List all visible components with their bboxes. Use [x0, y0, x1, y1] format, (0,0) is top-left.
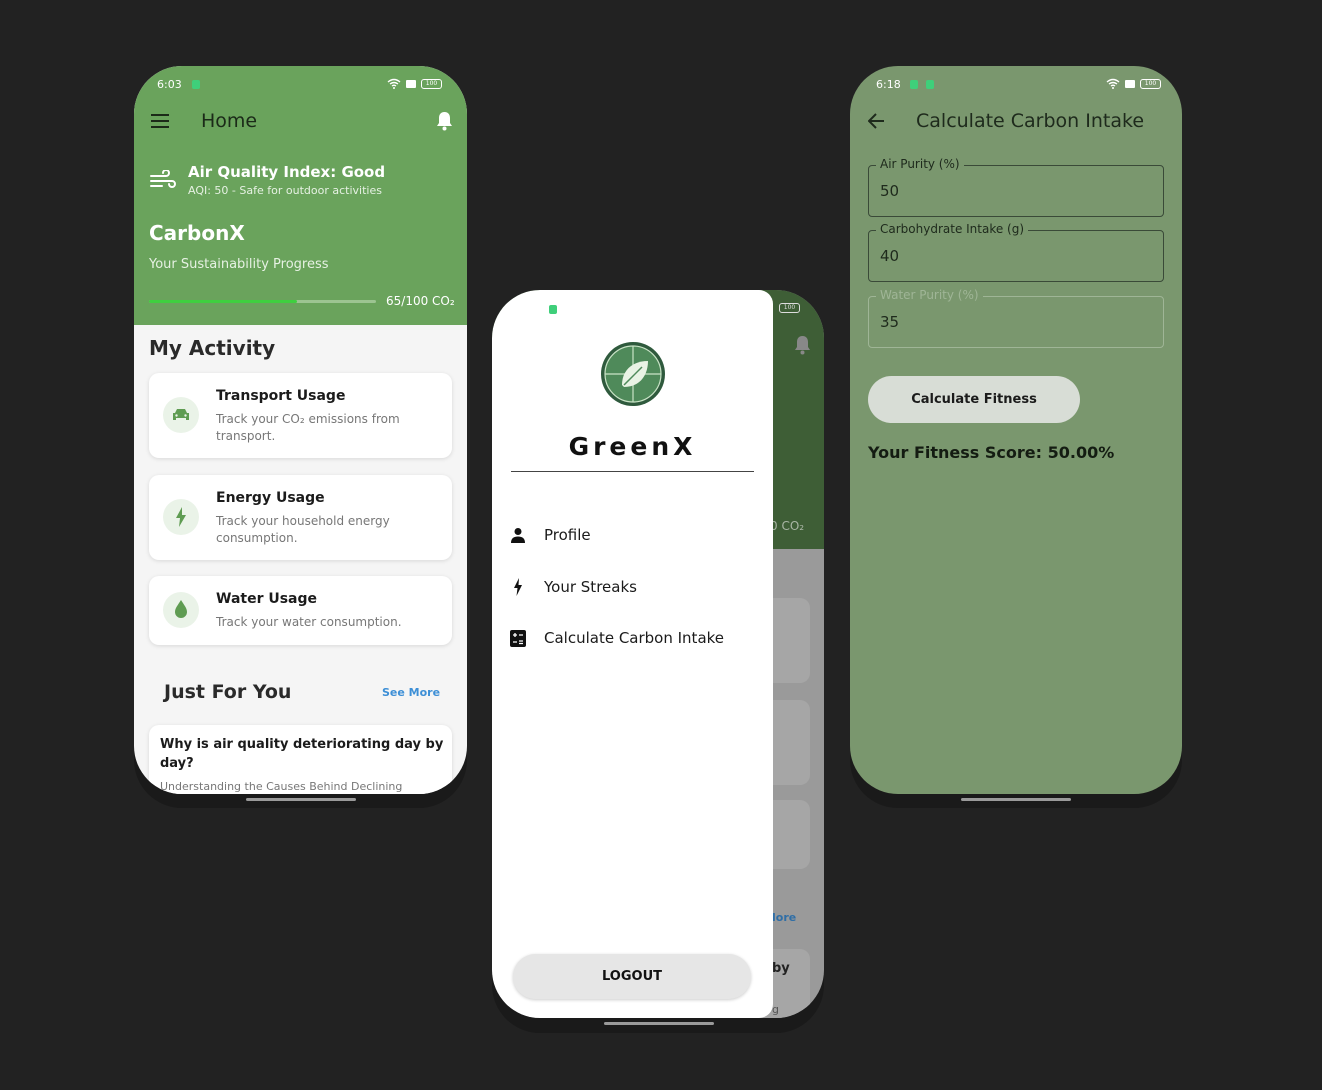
dimmed-co2-text: 0 CO₂ — [770, 519, 805, 533]
water-purity-field[interactable]: Water Purity (%) 35 — [868, 288, 1164, 348]
water-purity-value: 35 — [880, 313, 900, 331]
calculate-screen: 6:18 100 Calculate Carbon Intake Air Pur… — [850, 66, 1182, 794]
carbohydrate-intake-value: 40 — [880, 247, 900, 265]
menu-item-streaks[interactable]: Your Streaks — [544, 578, 637, 596]
signal-status-icon — [926, 80, 934, 89]
wifi-icon — [1106, 78, 1120, 89]
water-desc-line1: Track your water consumption. — [216, 615, 402, 629]
logout-label: LOGOUT — [601, 969, 663, 984]
home-indicator — [961, 798, 1071, 801]
home-indicator — [246, 798, 356, 801]
energy-card[interactable]: Energy Usage Track your household energy… — [149, 475, 452, 560]
energy-icon-circle — [163, 499, 199, 535]
aqi-subtitle: AQI: 50 - Safe for outdoor activities — [188, 184, 382, 197]
menu-item-calculate[interactable]: Calculate Carbon Intake — [544, 629, 724, 647]
navigation-drawer: GreenX Profile Your Streaks Calculate Ca… — [492, 290, 773, 1018]
water-drop-icon — [175, 600, 187, 618]
calculate-fitness-label: Calculate Fitness — [911, 392, 1037, 407]
progress-fill — [149, 300, 297, 303]
see-more-link[interactable]: See More — [382, 686, 440, 699]
progress-value: 65/100 CO₂ — [386, 294, 455, 308]
energy-desc-line1: Track your household energy — [216, 514, 390, 528]
status-time: 6:03 — [157, 78, 182, 91]
dimmed-bell-icon — [795, 336, 810, 355]
car-icon — [173, 409, 189, 420]
app-name: GreenX — [568, 432, 697, 461]
progress-label: Your Sustainability Progress — [149, 257, 329, 272]
progress-track — [149, 300, 376, 303]
article-title-line1: Why is air quality deteriorating day by — [160, 737, 444, 752]
brand-name: CarbonX — [149, 221, 245, 245]
transport-desc-line2: transport. — [216, 429, 276, 443]
transport-card[interactable]: Transport Usage Track your CO₂ emissions… — [149, 373, 452, 458]
back-arrow-icon[interactable] — [868, 113, 885, 129]
bolt-icon — [514, 578, 522, 596]
fitness-score: Your Fitness Score: 50.00% — [868, 443, 1115, 462]
greenx-logo — [601, 342, 665, 406]
logout-button[interactable]: LOGOUT — [513, 954, 751, 999]
transport-icon-circle — [163, 397, 199, 433]
energy-desc-line2: consumption. — [216, 531, 298, 545]
energy-title: Energy Usage — [216, 490, 325, 506]
sim-icon — [406, 80, 416, 88]
battery-icon: 100 — [1140, 79, 1161, 89]
air-purity-value: 50 — [880, 182, 900, 200]
drawer-divider — [511, 471, 754, 472]
notification-status-icon — [549, 305, 557, 314]
air-purity-label: Air Purity (%) — [876, 157, 964, 171]
person-icon — [511, 528, 525, 543]
status-time: 6:18 — [876, 78, 901, 91]
calculate-fitness-button[interactable]: Calculate Fitness — [868, 376, 1080, 423]
carbohydrate-intake-label: Carbohydrate Intake (g) — [876, 222, 1029, 236]
notification-status-icon — [192, 80, 200, 89]
article-subtitle: Understanding the Causes Behind Declinin… — [160, 780, 403, 793]
carbohydrate-intake-field[interactable]: Carbohydrate Intake (g) 40 — [868, 222, 1164, 282]
article-card[interactable]: Why is air quality deteriorating day by … — [149, 725, 452, 794]
battery-icon: 100 — [421, 79, 442, 89]
home-screen: 6:03 100 Home Air Quality Index: Good AQ… — [134, 66, 467, 794]
wifi-icon — [387, 78, 401, 89]
water-title: Water Usage — [216, 591, 318, 607]
sim-icon — [1125, 80, 1135, 88]
dimmed-article-by: by — [772, 961, 790, 976]
bell-icon[interactable] — [436, 111, 453, 131]
dimmed-article-g: g — [772, 1003, 779, 1016]
activity-heading: My Activity — [149, 336, 276, 360]
aqi-title: Air Quality Index: Good — [188, 163, 386, 181]
air-purity-field[interactable]: Air Purity (%) 50 — [868, 157, 1164, 217]
dimmed-battery: 100 — [779, 303, 800, 313]
menu-item-profile[interactable]: Profile — [544, 526, 591, 544]
article-title-line2: day? — [160, 756, 194, 771]
calculator-icon — [510, 630, 526, 647]
water-card[interactable]: Water Usage Track your water consumption… — [149, 576, 452, 645]
home-indicator — [604, 1022, 714, 1025]
transport-title: Transport Usage — [216, 388, 346, 404]
water-icon-circle — [163, 592, 199, 628]
bolt-icon — [176, 507, 186, 527]
notification-status-icon — [910, 80, 918, 89]
dimmed-see-more: lore — [772, 911, 797, 924]
page-title: Home — [201, 110, 258, 132]
water-purity-label: Water Purity (%) — [876, 288, 983, 302]
just-for-you-heading: Just For You — [164, 681, 292, 703]
transport-desc-line1: Track your CO₂ emissions from — [216, 412, 400, 426]
drawer-screen: 100 0 CO₂ lore by g GreenX Profile Your … — [492, 290, 824, 1018]
page-title: Calculate Carbon Intake — [916, 110, 1145, 132]
menu-button[interactable] — [151, 114, 169, 128]
wind-icon — [150, 170, 176, 188]
